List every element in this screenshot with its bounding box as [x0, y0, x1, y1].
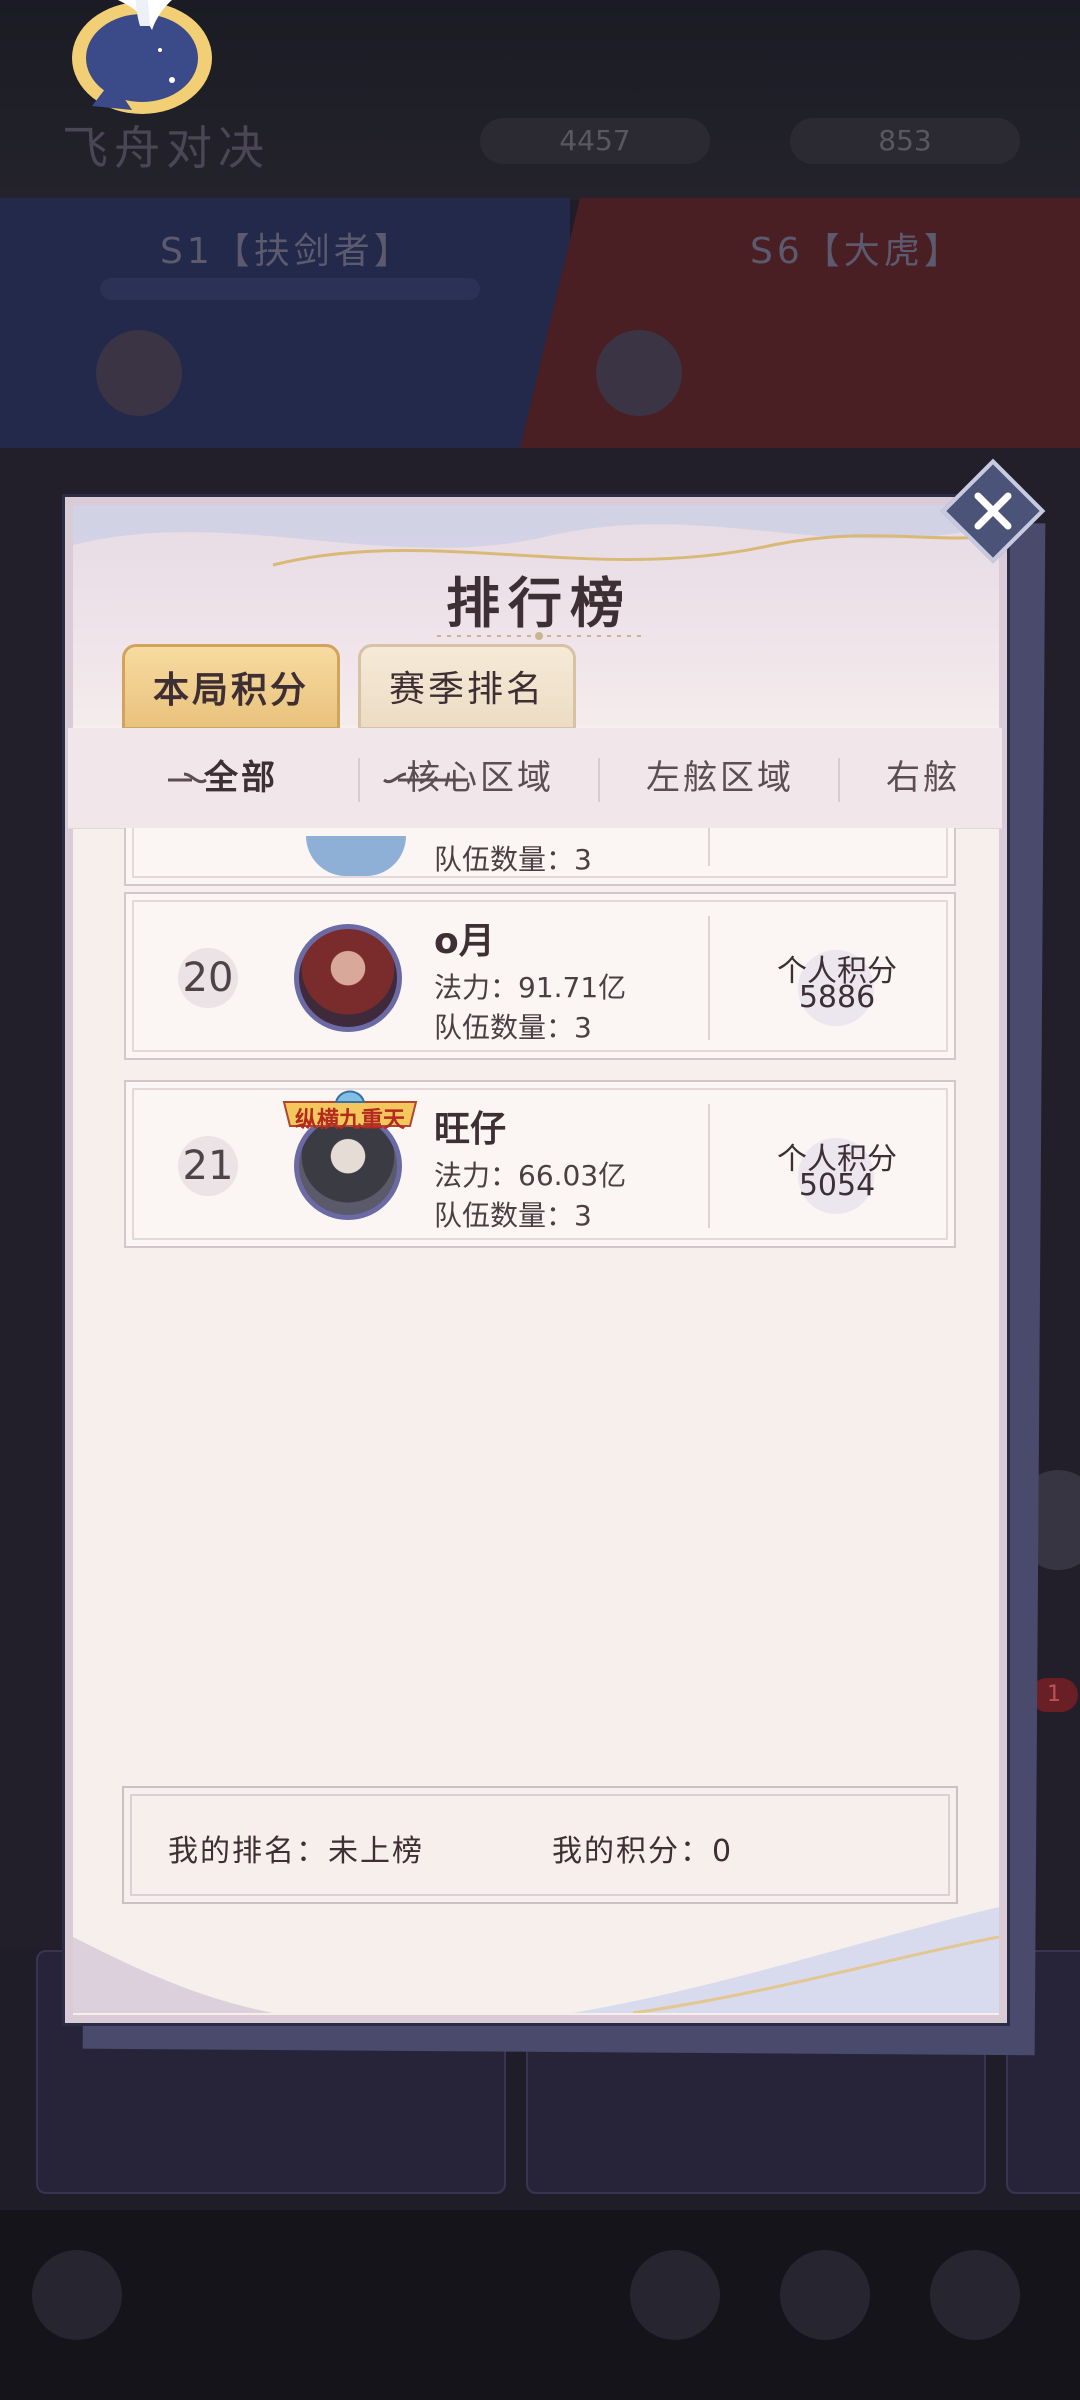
subtab-divider	[598, 758, 600, 802]
row-divider	[708, 1104, 710, 1228]
team-left-name: S1【扶剑者】	[160, 231, 414, 272]
team-right-avatar	[596, 330, 682, 416]
nav-button	[630, 2250, 720, 2340]
tab-season-ranking[interactable]: 赛季排名	[358, 644, 576, 730]
row-team-count: 队伍数量：3	[434, 843, 592, 876]
my-rank-panel: 我的排名：未上榜 我的积分：0	[122, 1786, 958, 1904]
subtab-divider	[358, 758, 360, 802]
title-ornament	[437, 632, 641, 640]
player-power: 法力：66.03亿	[434, 1159, 627, 1192]
tab-round-score[interactable]: 本局积分	[122, 644, 340, 730]
team-left-panel: S1【扶剑者】	[0, 198, 570, 448]
background-resource-1: 4457	[480, 118, 710, 164]
avatar	[306, 836, 406, 876]
row-team-count: 队伍数量：3	[434, 1199, 592, 1232]
player-power: 法力：91.71亿	[434, 971, 627, 1004]
modal-title: 排行榜	[446, 571, 632, 635]
back-arrow-icon	[32, 2250, 122, 2340]
avatar-badge-text: 纵横九重天	[294, 1108, 405, 1133]
subtab-all[interactable]: 全部	[204, 728, 278, 828]
player-name: o月	[434, 921, 495, 962]
background-resource-2: 853	[790, 118, 1020, 164]
ranking-row[interactable]: 21 纵横九重天 旺仔 法力：66.03亿 队伍数量：3 个人积分 5054	[124, 1080, 956, 1248]
area-filter-tabs: 全部 核心区域 左舷区域 右舷	[68, 728, 1002, 829]
rank-number: 20	[178, 948, 238, 1008]
team-right-panel: S6【大虎】	[520, 198, 1080, 448]
nav-button	[780, 2250, 870, 2340]
ranking-list[interactable]: 队伍数量：3 20 o月 法力：91.71亿 队伍数量：3 个人积分 5886 …	[68, 828, 1002, 1768]
row-divider	[708, 916, 710, 1040]
my-score-text: 我的积分：0	[552, 1834, 734, 1869]
ranking-row-partial[interactable]: 队伍数量：3	[124, 828, 956, 886]
background-teams-panel: S1【扶剑者】 S6【大虎】	[0, 198, 1080, 448]
subtab-left-side-area[interactable]: 左舷区域	[646, 728, 794, 828]
score-value: 5886	[798, 980, 876, 1015]
team-right-name: S6【大虎】	[750, 231, 964, 272]
subtab-core-area[interactable]: 核心区域	[406, 728, 554, 828]
team-left-avatar	[96, 330, 182, 416]
avatar[interactable]	[294, 924, 402, 1032]
crane-emblem-icon	[72, 0, 212, 114]
close-icon[interactable]	[956, 474, 1030, 548]
subtab-divider	[838, 758, 840, 802]
background-bottom-nav	[0, 2210, 1080, 2400]
row-team-count: 队伍数量：3	[434, 1011, 592, 1044]
nav-button	[930, 2250, 1020, 2340]
row-divider	[708, 828, 710, 866]
rank-number: 21	[178, 1136, 238, 1196]
score-value: 5054	[798, 1168, 876, 1203]
subtab-right-side-area[interactable]: 右舷	[886, 728, 960, 828]
avatar-title-badge: 纵横九重天	[276, 1082, 424, 1138]
my-rank-text: 我的排名：未上榜	[168, 1834, 424, 1869]
team-left-progress-bar	[100, 278, 480, 300]
player-name: 旺仔	[434, 1109, 507, 1150]
ranking-row[interactable]: 20 o月 法力：91.71亿 队伍数量：3 个人积分 5886	[124, 892, 956, 1060]
